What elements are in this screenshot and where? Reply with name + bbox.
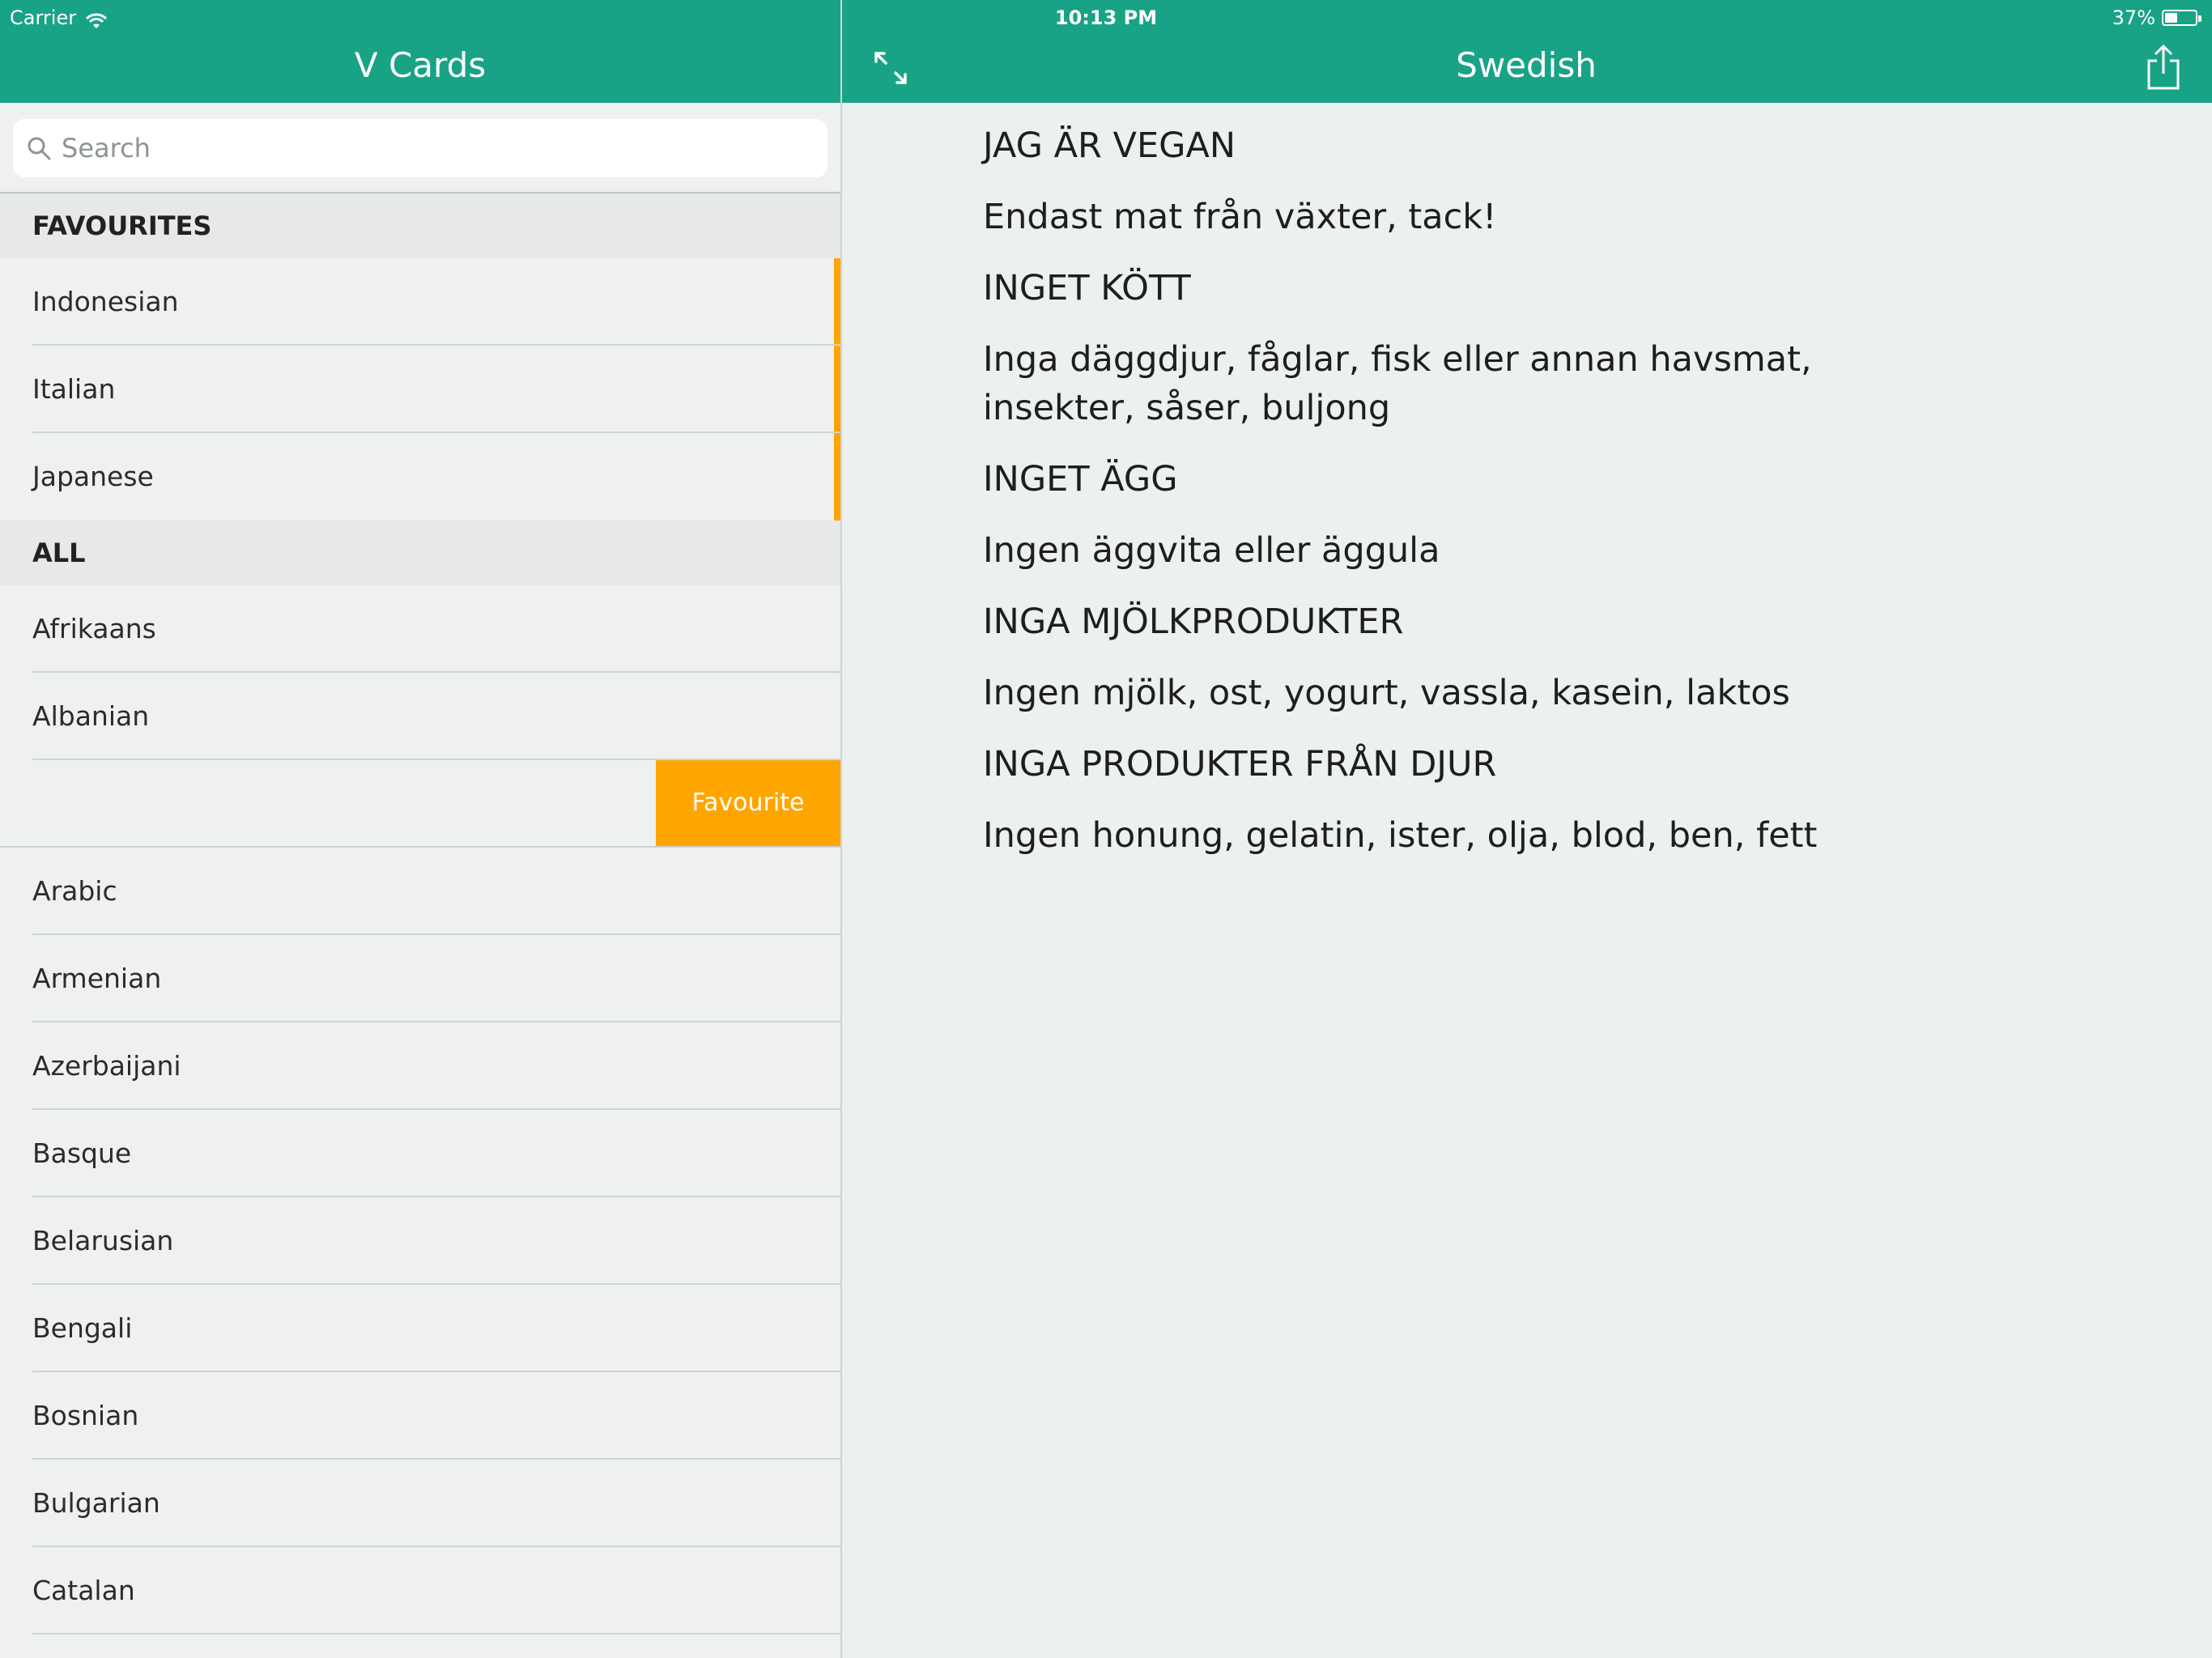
share-icon (2147, 45, 2180, 90)
list-item-label: Bosnian (32, 1400, 139, 1431)
battery-icon (2162, 10, 2201, 26)
list-item-label: Azerbaijani (32, 1050, 181, 1082)
list-item-label: Catalan (32, 1575, 135, 1606)
list-item[interactable]: Indonesian (0, 258, 840, 346)
list-item[interactable]: Armenian (0, 935, 840, 1022)
section-header-all: ALL (0, 521, 840, 585)
card-content: JAG ÄR VEGAN Endast mat från växter, tac… (983, 121, 2100, 882)
list-item-label: Bengali (32, 1312, 133, 1344)
card-heading: INGA PRODUKTER FRÅN DJUR (983, 744, 1497, 784)
list-item[interactable]: Basque (0, 1110, 840, 1197)
list-item[interactable]: Afrikaans (0, 585, 840, 673)
list-item[interactable]: Japanese (0, 433, 840, 521)
list-item-label: Indonesian (32, 286, 179, 317)
list-item-label: Afrikaans (32, 613, 156, 644)
card-heading: JAG ÄR VEGAN (983, 125, 1236, 166)
card-text: Ingen mjölk, ost, yogurt, vassla, kasein… (983, 673, 1790, 713)
header-bar: Carrier 10:13 PM 37% V Cards Swedish (0, 0, 2212, 103)
list-item-label: Bulgarian (32, 1487, 160, 1519)
favourite-swipe-button[interactable]: Favourite (656, 760, 840, 846)
list-item[interactable]: Arabic (0, 848, 840, 935)
list-item-label: Basque (32, 1137, 132, 1169)
list-item-label: Arabic (32, 875, 117, 907)
list-item[interactable]: Catalan (0, 1547, 840, 1635)
list-item[interactable]: Bengali (0, 1285, 840, 1372)
card-heading: INGET KÖTT (983, 268, 1191, 308)
master-title: V Cards (354, 45, 487, 85)
list-item-label: Albanian (32, 700, 150, 732)
card-text: Inga däggdjur, fåglar, fisk eller annan … (983, 339, 1812, 428)
card-text: Ingen äggvita eller äggula (983, 530, 1440, 571)
search-input[interactable]: Search (13, 119, 827, 177)
card-heading: INGA MJÖLKPRODUKTER (983, 602, 1404, 642)
list-item-label: Belarusian (32, 1225, 174, 1256)
list-item[interactable]: Italian (0, 346, 840, 433)
list-item-label: Japanese (32, 461, 154, 492)
share-button[interactable] (2141, 40, 2186, 94)
battery-percent: 37% (2112, 6, 2155, 29)
list-item-label: Italian (32, 373, 116, 405)
list-item[interactable]: Albanian (0, 673, 840, 760)
language-list-panel: Search FAVOURITES Indonesian Italian Jap… (0, 103, 840, 1658)
list-item-swiped[interactable]: Favourite (0, 760, 840, 848)
split-divider (840, 0, 842, 1658)
detail-title: Swedish (1456, 45, 1597, 85)
card-heading: INGET ÄGG (983, 459, 1178, 500)
search-placeholder: Search (62, 133, 151, 164)
status-battery: 37% (2112, 3, 2201, 32)
status-time: 10:13 PM (1054, 6, 1158, 29)
search-icon (26, 135, 52, 161)
list-item[interactable]: Azerbaijani (0, 1022, 840, 1110)
list-item-label: Armenian (32, 963, 162, 994)
section-header-favourites: FAVOURITES (0, 193, 840, 258)
list-item[interactable]: Belarusian (0, 1197, 840, 1285)
search-bar: Search (0, 103, 840, 193)
card-text: Ingen honung, gelatin, ister, olja, blod… (983, 815, 1818, 856)
list-item[interactable]: Bulgarian (0, 1460, 840, 1547)
card-text: Endast mat från växter, tack! (983, 197, 1497, 237)
list-item[interactable]: Bosnian (0, 1372, 840, 1460)
